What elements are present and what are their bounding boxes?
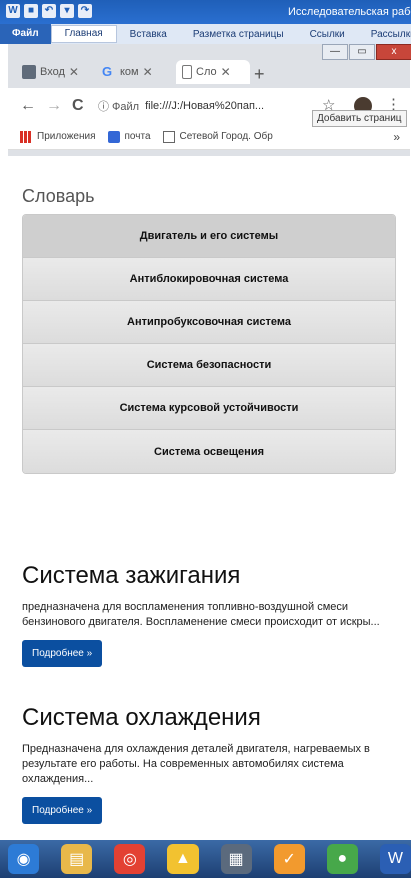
- section-title: Система зажигания: [22, 562, 241, 589]
- dictionary-title: Словарь: [22, 186, 95, 206]
- chrome-glyph: ◎: [122, 851, 137, 868]
- bookmark-apps[interactable]: Приложения: [20, 130, 96, 143]
- section-text: предназначена для воспламенения топливно…: [22, 601, 380, 628]
- word-icon[interactable]: W: [379, 844, 411, 874]
- browser-tab-dictionary[interactable]: Сло ✕: [176, 60, 250, 84]
- check-glyph: ✓: [282, 851, 296, 868]
- tab-page-layout[interactable]: Разметка страницы: [180, 29, 297, 40]
- page-icon: [182, 65, 192, 79]
- dropdown-icon[interactable]: ▾: [60, 4, 74, 18]
- word-quick-access: W ■ ↶ ▾ ↷: [6, 4, 92, 18]
- accordion-item-safety[interactable]: Система безопасности: [23, 344, 395, 387]
- bookmark-label: почта: [124, 131, 151, 142]
- word-document-title: Исследовательская работ: [288, 6, 411, 18]
- save-icon[interactable]: ■: [24, 4, 38, 18]
- bookmarks-more-icon[interactable]: »: [393, 130, 400, 144]
- windows-taskbar: ◉ ▤ ◎ ▲ ▦ ✓ ● W: [0, 840, 411, 878]
- section-text: Предназначена для охлаждения деталей дви…: [22, 743, 370, 785]
- back-icon[interactable]: ←: [20, 97, 36, 115]
- apps-icon: [20, 130, 32, 143]
- bookmark-school[interactable]: Сетевой Город. Обр: [162, 130, 273, 143]
- bookmark-label: Сетевой Город. Обр: [179, 131, 273, 142]
- redo-icon[interactable]: ↷: [78, 4, 92, 18]
- doc-icon: [162, 130, 175, 143]
- start-icon[interactable]: ◉: [8, 844, 40, 874]
- check-icon[interactable]: ✓: [273, 844, 305, 874]
- bookmark-tooltip: Добавить страниц: [312, 110, 407, 127]
- chrome-icon[interactable]: ◎: [114, 844, 146, 874]
- more-button[interactable]: Подробнее »: [22, 797, 103, 824]
- site-info-icon[interactable]: ⓘ Файл: [98, 98, 139, 114]
- word-title-bar: W ■ ↶ ▾ ↷ Исследовательская работ: [0, 0, 411, 24]
- word-ribbon-tabs: Файл Главная Вставка Разметка страницы С…: [0, 24, 411, 44]
- word-glyph: W: [387, 850, 403, 867]
- tab-label: Сло: [196, 66, 217, 78]
- section-ignition: Система зажигания предназначена для восп…: [22, 562, 402, 667]
- tab-close-icon[interactable]: ✕: [69, 65, 79, 79]
- browser-tab-mail[interactable]: Вход ✕: [16, 60, 96, 84]
- accordion-item-traction-control[interactable]: Антипробуксовочная система: [23, 301, 395, 344]
- tab-mailings[interactable]: Рассылки: [358, 29, 411, 40]
- calendar-icon[interactable]: ▦: [220, 844, 252, 874]
- section-cooling: Система охлаждения Предназначена для охл…: [22, 704, 402, 824]
- calendar-glyph: ▦: [228, 851, 244, 868]
- google-icon: G: [102, 64, 113, 79]
- url-text: file:///J:/Новая%20пап...: [145, 100, 265, 112]
- tab-close-icon[interactable]: ✕: [143, 65, 153, 79]
- accordion-item-stability[interactable]: Система курсовой устойчивости: [23, 387, 395, 430]
- app-warning-icon[interactable]: ▲: [167, 844, 199, 874]
- bookmarks-bar: Приложения почта Сетевой Город. Обр »: [8, 124, 410, 150]
- mail-icon: [107, 130, 120, 143]
- forward-icon[interactable]: →: [46, 97, 62, 115]
- warning-glyph: ▲: [175, 850, 191, 867]
- explorer-icon[interactable]: ▤: [61, 844, 93, 874]
- tab-references[interactable]: Ссылки: [297, 29, 358, 40]
- reload-icon[interactable]: C: [72, 97, 84, 115]
- tab-home[interactable]: Главная: [50, 25, 117, 43]
- browser-tab-google[interactable]: G ком ✕: [96, 60, 176, 84]
- word-app-icon[interactable]: W: [6, 4, 20, 18]
- page-content: Словарь Двигатель и его системы Антиблок…: [8, 156, 410, 840]
- tab-label: ком: [120, 66, 139, 78]
- section-title: Система охлаждения: [22, 704, 261, 731]
- accordion-item-engine[interactable]: Двигатель и его системы: [23, 215, 395, 258]
- bookmark-mail[interactable]: почта: [107, 130, 151, 143]
- tab-label: Вход: [40, 66, 65, 78]
- green-glyph: ●: [337, 850, 348, 867]
- tab-close-icon[interactable]: ✕: [221, 65, 231, 79]
- green-app-icon[interactable]: ●: [326, 844, 358, 874]
- tab-file[interactable]: Файл: [0, 24, 51, 44]
- dictionary-accordion: Двигатель и его системы Антиблокировочна…: [22, 214, 396, 474]
- explorer-glyph: ▤: [69, 851, 85, 868]
- tab-insert[interactable]: Вставка: [117, 29, 180, 40]
- browser-window: — ▭ x Вход ✕ G ком ✕ Сло ✕ + ← → C ⓘ Фай…: [8, 44, 411, 156]
- new-tab-button[interactable]: +: [254, 64, 265, 85]
- accordion-item-lighting[interactable]: Система освещения: [23, 430, 395, 473]
- browser-tabstrip: Вход ✕ G ком ✕ Сло ✕ +: [8, 50, 410, 84]
- accordion-item-abs[interactable]: Антиблокировочная система: [23, 258, 395, 301]
- undo-icon[interactable]: ↶: [42, 4, 56, 18]
- more-button[interactable]: Подробнее »: [22, 640, 103, 667]
- tab-favicon-icon: [22, 65, 36, 79]
- start-glyph: ◉: [16, 851, 31, 868]
- bookmark-label: Приложения: [37, 131, 96, 142]
